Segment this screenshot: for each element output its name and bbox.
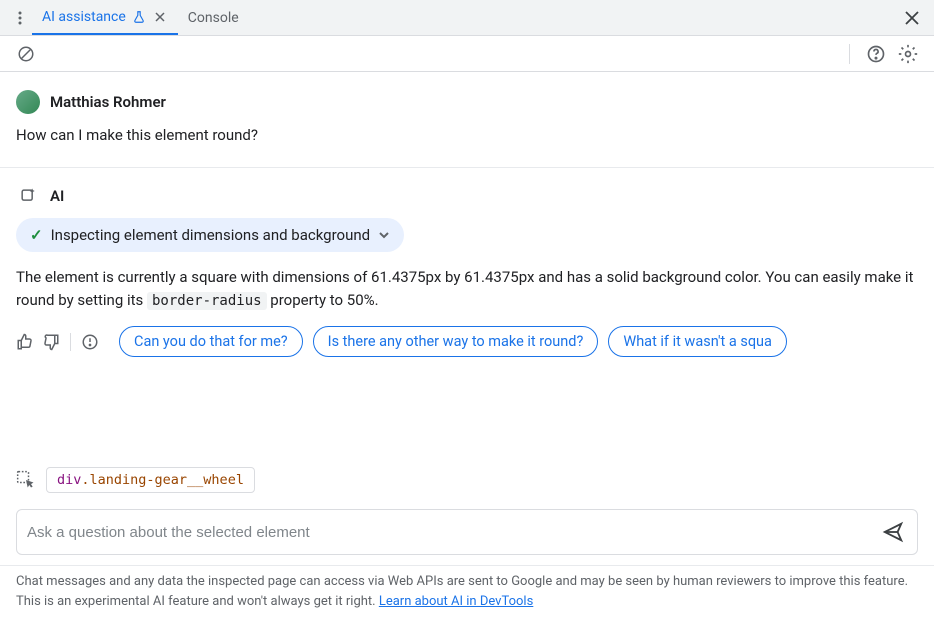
send-icon[interactable] [879, 518, 907, 546]
tab-bar: AI assistance Console [0, 0, 934, 36]
tab-console[interactable]: Console [178, 0, 249, 35]
message-divider [0, 167, 934, 168]
chevron-down-icon [378, 229, 390, 241]
close-tab-icon[interactable] [152, 9, 168, 25]
report-icon[interactable] [81, 333, 99, 351]
suggestion-chip[interactable]: Is there any other way to make it round? [313, 326, 599, 357]
element-tag: div [57, 472, 81, 488]
tab-ai-assistance[interactable]: AI assistance [32, 0, 178, 35]
toolbar [0, 36, 934, 72]
disclaimer: Chat messages and any data the inspected… [0, 565, 934, 621]
help-icon[interactable] [862, 40, 890, 68]
clear-icon[interactable] [12, 40, 40, 68]
feedback-row: Can you do that for me? Is there any oth… [16, 326, 918, 357]
flask-icon [132, 10, 146, 24]
thumbs-up-icon[interactable] [16, 333, 34, 351]
tab-label: Console [188, 10, 239, 26]
select-element-icon[interactable] [16, 470, 36, 490]
element-chip[interactable]: div.landing-gear__wheel [46, 467, 255, 493]
ai-response: The element is currently a square with d… [16, 266, 918, 313]
check-icon: ✓ [30, 226, 43, 244]
chat-input[interactable] [27, 524, 879, 541]
tabs-container: AI assistance Console [32, 0, 249, 35]
suggestion-chip[interactable]: What if it wasn't a squa [608, 326, 787, 357]
suggestion-chip[interactable]: Can you do that for me? [119, 326, 303, 357]
ai-status-chip[interactable]: ✓ Inspecting element dimensions and back… [16, 218, 404, 252]
disclaimer-link[interactable]: Learn about AI in DevTools [379, 594, 533, 609]
user-message: Matthias Rohmer How can I make this elem… [16, 90, 918, 147]
context-row: div.landing-gear__wheel [0, 455, 934, 501]
element-class: .landing-gear__wheel [81, 472, 244, 488]
tab-label: AI assistance [42, 9, 126, 25]
settings-icon[interactable] [894, 40, 922, 68]
ai-label: AI [50, 187, 64, 205]
input-row [0, 501, 934, 565]
user-name: Matthias Rohmer [50, 93, 166, 111]
chat-content: Matthias Rohmer How can I make this elem… [0, 72, 934, 455]
code-token: border-radius [147, 292, 267, 310]
more-tabs-icon[interactable] [8, 11, 32, 25]
ai-response-text-2: property to 50%. [267, 291, 379, 309]
user-avatar [16, 90, 40, 114]
ai-sparkle-icon [16, 184, 40, 208]
close-panel-icon[interactable] [898, 11, 926, 25]
devtools-panel: AI assistance Console [0, 0, 934, 621]
input-wrapper [16, 509, 918, 555]
user-question: How can I make this element round? [16, 124, 918, 147]
suggestion-chips: Can you do that for me? Is there any oth… [119, 326, 918, 357]
status-text: Inspecting element dimensions and backgr… [51, 226, 371, 244]
thumbs-down-icon[interactable] [42, 333, 60, 351]
ai-message: AI ✓ Inspecting element dimensions and b… [16, 184, 918, 358]
